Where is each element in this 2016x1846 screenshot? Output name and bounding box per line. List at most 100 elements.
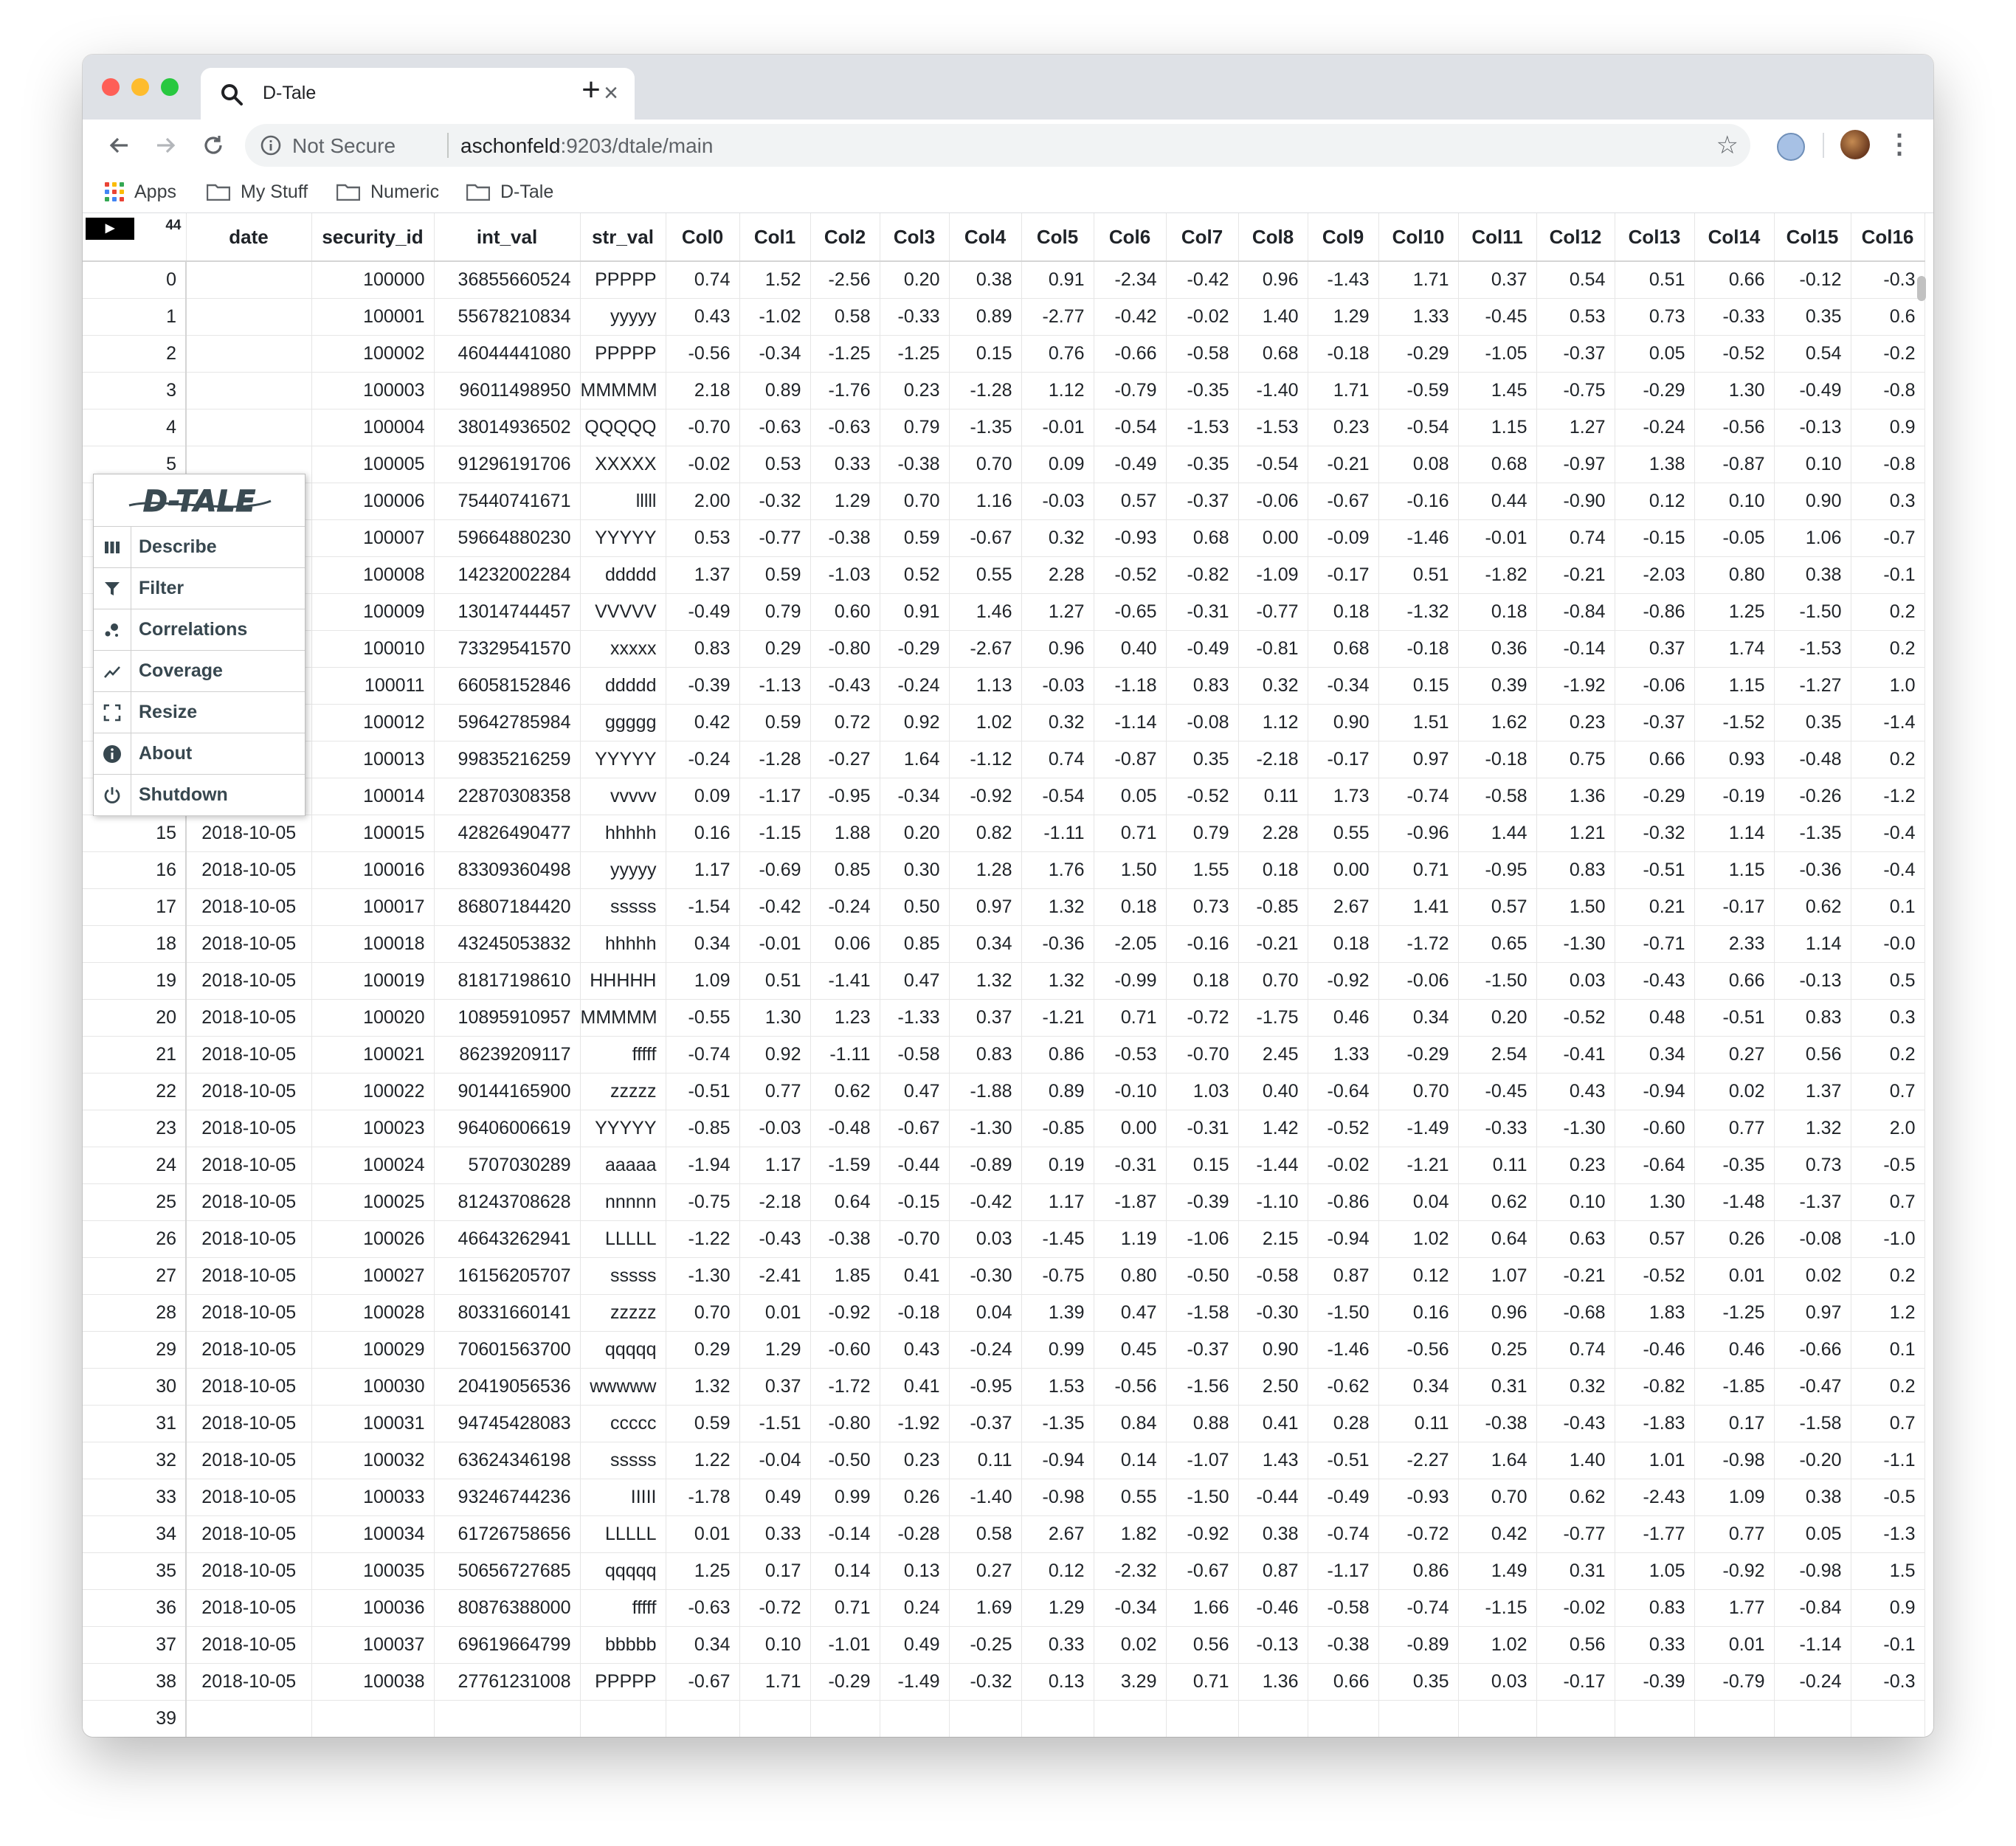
table-cell[interactable]: 100035	[311, 1552, 435, 1590]
table-cell[interactable]: -0.92	[810, 1294, 880, 1332]
table-cell[interactable]: 0.11	[1238, 778, 1308, 815]
table-cell[interactable]: 0.00	[1238, 519, 1308, 557]
table-cell[interactable]: -1.54	[666, 888, 740, 926]
table-cell[interactable]: -0.37	[1615, 704, 1695, 741]
table-cell[interactable]: PPPPP	[580, 261, 666, 299]
table-cell[interactable]: -0.87	[1694, 446, 1775, 483]
table-cell[interactable]: 1.42	[1238, 1110, 1308, 1147]
table-cell[interactable]: -1.72	[1378, 925, 1459, 963]
row-index[interactable]: 1	[83, 298, 187, 336]
table-cell[interactable]: 1.36	[1536, 778, 1615, 815]
table-cell[interactable]: 0.26	[1694, 1220, 1775, 1258]
table-cell[interactable]: 0.01	[739, 1294, 811, 1332]
table-cell[interactable]: 0.35	[1378, 1663, 1459, 1701]
table-cell[interactable]: 0.29	[666, 1331, 740, 1369]
table-cell[interactable]: -1.22	[666, 1220, 740, 1258]
table-cell[interactable]	[1166, 1700, 1239, 1737]
table-cell[interactable]: 1.32	[1021, 888, 1094, 926]
table-cell[interactable]: -0.01	[739, 925, 811, 963]
table-cell[interactable]: 1.16	[949, 483, 1022, 520]
table-cell[interactable]: -0.87	[1094, 741, 1167, 778]
table-cell[interactable]: -0.60	[1615, 1110, 1695, 1147]
table-cell[interactable]: -1.25	[880, 335, 950, 373]
table-cell[interactable]: 96011498950	[434, 372, 581, 409]
table-cell[interactable]: 0.97	[949, 888, 1022, 926]
table-cell[interactable]: -0.60	[810, 1331, 880, 1369]
table-cell[interactable]: 0.70	[949, 446, 1022, 483]
table-cell[interactable]: 0.7	[1851, 1073, 1925, 1110]
table-cell[interactable]: -0.92	[1166, 1515, 1239, 1553]
table-cell[interactable]: -0.34	[1094, 1589, 1167, 1627]
row-index[interactable]: 19	[83, 962, 187, 1000]
table-cell[interactable]: -1.35	[949, 409, 1022, 446]
table-cell[interactable]: -0.70	[666, 409, 740, 446]
table-cell[interactable]: 0.25	[1458, 1331, 1537, 1369]
table-cell[interactable]: 0.73	[1774, 1147, 1851, 1184]
column-header[interactable]: Col14	[1694, 213, 1775, 262]
table-cell[interactable]: -0.52	[1166, 778, 1239, 815]
table-cell[interactable]: -0.05	[1694, 519, 1775, 557]
table-cell[interactable]: -0.43	[1536, 1405, 1615, 1442]
table-cell[interactable]: 2018-10-05	[186, 851, 312, 889]
table-cell[interactable]: 1.25	[666, 1552, 740, 1590]
table-cell[interactable]: QQQQQ	[580, 409, 666, 446]
table-cell[interactable]	[949, 1700, 1022, 1737]
table-cell[interactable]: -1.15	[1458, 1589, 1537, 1627]
table-cell[interactable]: -0.63	[739, 409, 811, 446]
table-cell[interactable]: -0.79	[1094, 372, 1167, 409]
row-index[interactable]: 33	[83, 1479, 187, 1516]
table-cell[interactable]: 0.20	[880, 261, 950, 299]
table-cell[interactable]: 100038	[311, 1663, 435, 1701]
table-cell[interactable]: -1.37	[1774, 1183, 1851, 1221]
table-cell[interactable]: -1.2	[1851, 778, 1925, 815]
table-cell[interactable]: 0.40	[1094, 630, 1167, 668]
table-cell[interactable]: -0.34	[880, 778, 950, 815]
table-cell[interactable]	[739, 1700, 811, 1737]
table-cell[interactable]: 2.28	[1238, 815, 1308, 852]
table-cell[interactable]: -0.02	[1166, 298, 1239, 336]
table-cell[interactable]	[1615, 1700, 1695, 1737]
back-button[interactable]	[100, 127, 137, 164]
table-cell[interactable]: -0.75	[1021, 1257, 1094, 1295]
table-cell[interactable]: 0.62	[810, 1073, 880, 1110]
table-cell[interactable]: 0.75	[1536, 741, 1615, 778]
menu-item-resize[interactable]: Resize	[94, 692, 305, 733]
table-cell[interactable]: 1.02	[1458, 1626, 1537, 1664]
table-cell[interactable]: 1.25	[1694, 593, 1775, 631]
table-cell[interactable]: 1.82	[1094, 1515, 1167, 1553]
table-cell[interactable]: 0.64	[1458, 1220, 1537, 1258]
table-cell[interactable]: MMMMM	[580, 999, 666, 1037]
table-cell[interactable]: -1.07	[1166, 1442, 1239, 1479]
table-cell[interactable]: 0.16	[666, 815, 740, 852]
table-cell[interactable]: 0.3	[1851, 483, 1925, 520]
table-cell[interactable]: 2.54	[1458, 1036, 1537, 1074]
table-cell[interactable]: 0.49	[880, 1626, 950, 1664]
table-cell[interactable]: 13014744457	[434, 593, 581, 631]
table-cell[interactable]: 1.46	[949, 593, 1022, 631]
table-cell[interactable]: 0.56	[1166, 1626, 1239, 1664]
table-cell[interactable]: 0.32	[1238, 667, 1308, 705]
table-cell[interactable]: -0.18	[1308, 335, 1379, 373]
table-cell[interactable]: -1.88	[949, 1073, 1022, 1110]
table-cell[interactable]: -0.92	[949, 778, 1022, 815]
table-cell[interactable]: 0.91	[880, 593, 950, 631]
table-cell[interactable]: -1.21	[1378, 1147, 1459, 1184]
table-cell[interactable]: -0.47	[1774, 1368, 1851, 1406]
table-cell[interactable]: 0.73	[1166, 888, 1239, 926]
table-cell[interactable]: 0.54	[1774, 335, 1851, 373]
table-cell[interactable]: -1.03	[810, 556, 880, 594]
row-index[interactable]: 36	[83, 1589, 187, 1627]
table-cell[interactable]: -0.95	[1458, 851, 1537, 889]
table-cell[interactable]: 1.69	[949, 1589, 1022, 1627]
table-cell[interactable]: -0.20	[1774, 1442, 1851, 1479]
table-cell[interactable]: 1.43	[1238, 1442, 1308, 1479]
table-cell[interactable]: -0.67	[666, 1663, 740, 1701]
table-cell[interactable]: 1.64	[880, 741, 950, 778]
table-cell[interactable]: -2.05	[1094, 925, 1167, 963]
table-cell[interactable]: -1.50	[1308, 1294, 1379, 1332]
table-cell[interactable]: 0.03	[1458, 1663, 1537, 1701]
table-cell[interactable]: 0.90	[1308, 704, 1379, 741]
table-cell[interactable]: 0.2	[1851, 1036, 1925, 1074]
table-cell[interactable]: 0.34	[1615, 1036, 1695, 1074]
extension-icon[interactable]	[1777, 133, 1805, 161]
